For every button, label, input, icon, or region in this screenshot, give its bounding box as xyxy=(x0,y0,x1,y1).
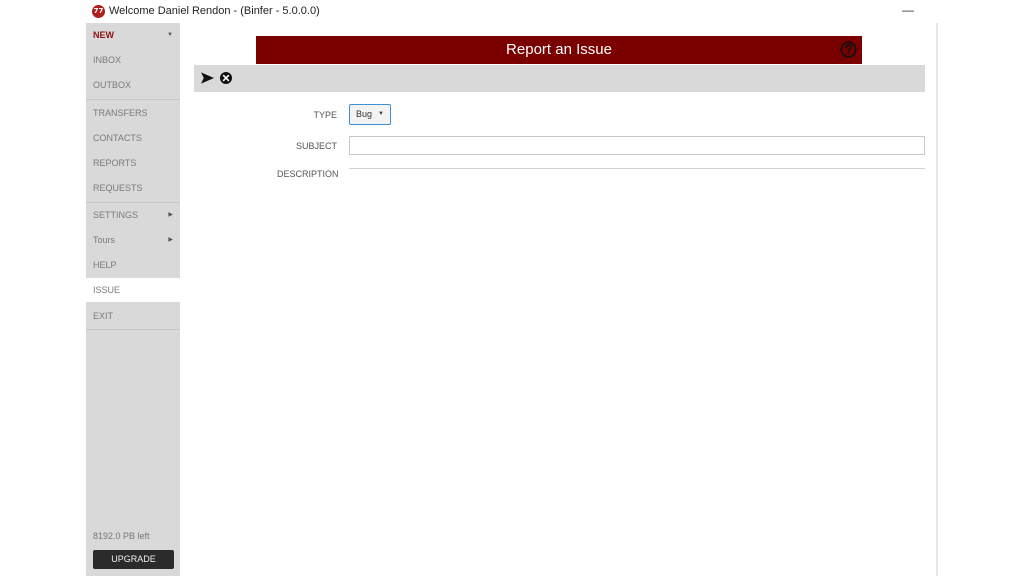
sidebar-item-contacts[interactable]: CONTACTS xyxy=(86,126,180,150)
sidebar-item-label: ISSUE xyxy=(93,285,121,295)
window-title: Welcome Daniel Rendon - (Binfer - 5.0.0.… xyxy=(109,5,320,17)
sidebar-divider xyxy=(86,99,180,100)
chevron-down-icon: ▼ xyxy=(378,111,384,117)
subject-label: SUBJECT xyxy=(295,141,337,151)
sidebar-item-label: CONTACTS xyxy=(93,133,142,143)
chevron-right-icon: ▶ xyxy=(168,237,173,243)
sidebar-item-inbox[interactable]: INBOX xyxy=(86,48,180,72)
chevron-right-icon: ▶ xyxy=(168,212,173,218)
sidebar-item-new[interactable]: NEW ▼ xyxy=(86,23,180,47)
upgrade-button[interactable]: UPGRADE xyxy=(93,550,174,569)
sidebar-item-label: Tours xyxy=(93,235,116,245)
page-title: Report an Issue xyxy=(506,41,612,58)
action-toolbar xyxy=(194,65,925,92)
window-right-edge xyxy=(936,23,938,576)
main-content: Report an Issue TYPE Bug ▼ SUBJECT DESCR… xyxy=(180,23,939,576)
type-select-value: Bug xyxy=(356,109,373,119)
sidebar-item-transfers[interactable]: TRANSFERS xyxy=(86,101,180,125)
page-header: Report an Issue xyxy=(256,36,862,64)
subject-input[interactable] xyxy=(349,136,925,155)
sidebar-item-outbox[interactable]: OUTBOX xyxy=(86,73,180,97)
sidebar-item-label: TRANSFERS xyxy=(93,108,148,118)
sidebar: NEW ▼ INBOX OUTBOX TRANSFERS CONTACTS RE… xyxy=(86,23,180,576)
storage-remaining: 8192.0 PB left xyxy=(93,531,150,541)
sidebar-item-label: OUTBOX xyxy=(93,80,132,90)
minimize-button[interactable]: — xyxy=(898,4,918,18)
cancel-icon[interactable] xyxy=(220,72,232,84)
sidebar-item-issue[interactable]: ISSUE xyxy=(86,278,180,302)
sidebar-item-label: REPORTS xyxy=(93,158,137,168)
chevron-down-icon: ▼ xyxy=(167,32,173,38)
title-bar: 77 Welcome Daniel Rendon - (Binfer - 5.0… xyxy=(86,0,939,23)
description-label: DESCRIPTION xyxy=(277,169,339,179)
sidebar-item-label: NEW xyxy=(93,30,114,40)
type-select[interactable]: Bug ▼ xyxy=(349,104,391,125)
sidebar-item-label: SETTINGS xyxy=(93,210,139,220)
help-icon[interactable] xyxy=(840,41,857,58)
sidebar-item-exit[interactable]: EXIT xyxy=(86,304,180,328)
sidebar-item-help[interactable]: HELP xyxy=(86,253,180,277)
sidebar-divider xyxy=(86,329,180,330)
sidebar-item-label: INBOX xyxy=(93,55,122,65)
app-window: 77 Welcome Daniel Rendon - (Binfer - 5.0… xyxy=(86,0,939,576)
sidebar-item-reports[interactable]: REPORTS xyxy=(86,151,180,175)
send-icon[interactable] xyxy=(201,72,214,84)
type-label: TYPE xyxy=(313,110,337,120)
sidebar-item-settings[interactable]: SETTINGS ▶ xyxy=(86,203,180,227)
sidebar-item-tours[interactable]: Tours ▶ xyxy=(86,228,180,252)
binfer-logo-icon: 77 xyxy=(92,5,105,18)
sidebar-item-requests[interactable]: REQUESTS xyxy=(86,176,180,200)
sidebar-item-label: HELP xyxy=(93,260,117,270)
description-input[interactable] xyxy=(349,169,925,559)
sidebar-item-label: REQUESTS xyxy=(93,183,143,193)
sidebar-item-label: EXIT xyxy=(93,311,114,321)
